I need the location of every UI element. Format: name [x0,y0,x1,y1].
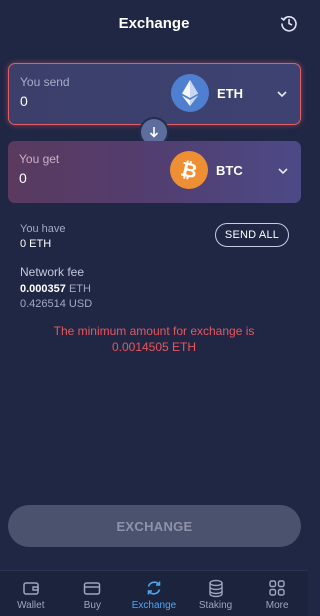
balance-value: 0 ETH [20,238,52,250]
network-fee-amount: 0.000357 ETH [20,283,91,295]
arrow-down-icon [149,127,159,138]
nav-label-wallet: Wallet [17,600,45,611]
send-amount-input[interactable]: 0 [20,93,28,109]
exchange-button[interactable]: EXCHANGE [8,505,301,547]
send-card: You send 0 ETH [8,63,301,125]
history-button[interactable] [278,12,300,34]
nav-label-buy: Buy [83,600,101,611]
nav-item-staking[interactable]: Staking [185,571,247,616]
svg-text:₿: ₿ [179,159,200,184]
staking-icon [208,579,223,598]
wallet-icon [23,582,39,595]
get-amount-value: 0 [19,170,27,186]
page-title: Exchange [118,14,190,32]
error-line-1: The minimum amount for exchange is [53,324,255,338]
send-all-button[interactable]: SEND ALL [215,223,289,247]
nav-item-buy[interactable]: Buy [62,571,124,616]
nav-item-exchange[interactable]: Exchange [123,571,185,616]
network-fee-label: Network fee [20,265,85,279]
bottom-nav: Wallet Buy Exchange Staking More [0,570,308,616]
ethereum-icon [171,74,209,112]
nav-item-wallet[interactable]: Wallet [0,571,62,616]
error-line-2: 0.0014505 ETH [111,340,197,354]
nav-label-staking: Staking [198,600,233,611]
send-coin-code[interactable]: ETH [217,86,243,101]
fee-crypto-unit: ETH [68,283,91,295]
fee-fiat-value: 0.426514 USD [20,298,93,310]
nav-item-more[interactable]: More [246,571,308,616]
fee-crypto-value: 0.000357 [20,283,66,295]
more-icon [269,580,285,596]
minimum-amount-error: The minimum amount for exchange is 0.001… [0,323,308,355]
nav-label-exchange: Exchange [131,600,177,611]
balance-label: You have [20,223,66,235]
nav-label-more: More [265,600,289,611]
card-icon [84,582,101,595]
exchange-icon [147,581,161,595]
get-card: You get 0 ₿ BTC [8,141,301,203]
chevron-down-icon[interactable] [277,165,289,177]
get-label: You get [19,152,60,166]
get-coin-code[interactable]: BTC [216,163,243,178]
history-icon [280,16,297,32]
chevron-down-icon[interactable] [276,88,288,100]
send-label: You send [20,75,70,89]
bitcoin-icon: ₿ [170,151,208,189]
header: Exchange [0,0,308,46]
